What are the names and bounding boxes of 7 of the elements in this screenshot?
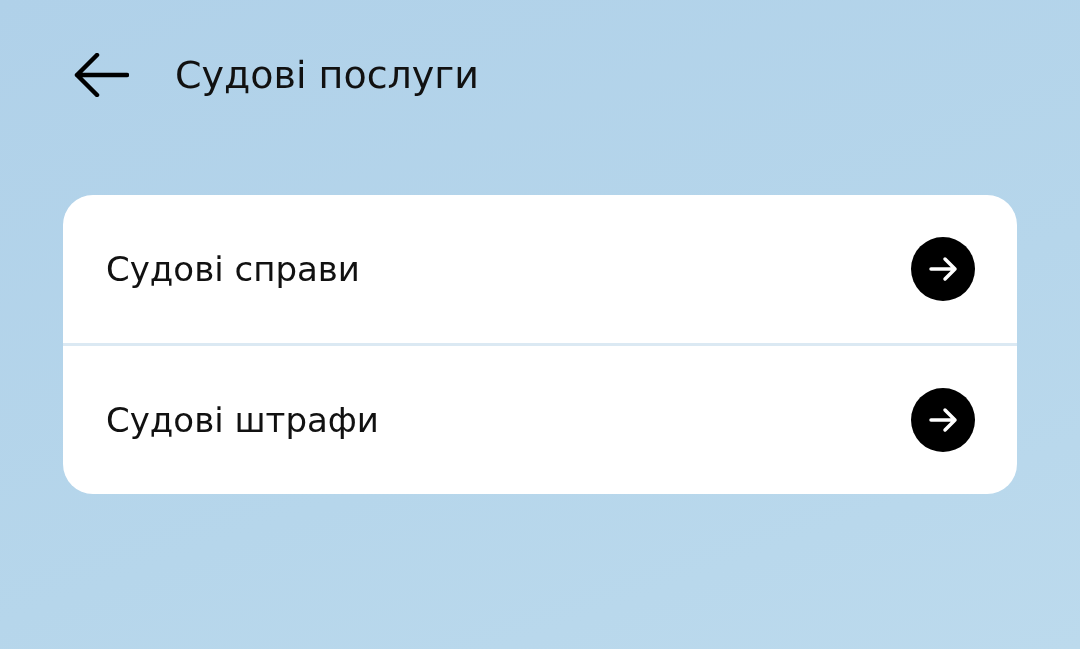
back-button[interactable] xyxy=(73,53,129,97)
back-arrow-icon xyxy=(73,53,129,97)
arrow-right-icon xyxy=(911,388,975,452)
page-title: Судові послуги xyxy=(175,53,479,97)
menu-item[interactable]: Судові справи xyxy=(63,195,1017,343)
menu-item[interactable]: Судові штрафи xyxy=(63,346,1017,494)
arrow-right-icon xyxy=(911,237,975,301)
